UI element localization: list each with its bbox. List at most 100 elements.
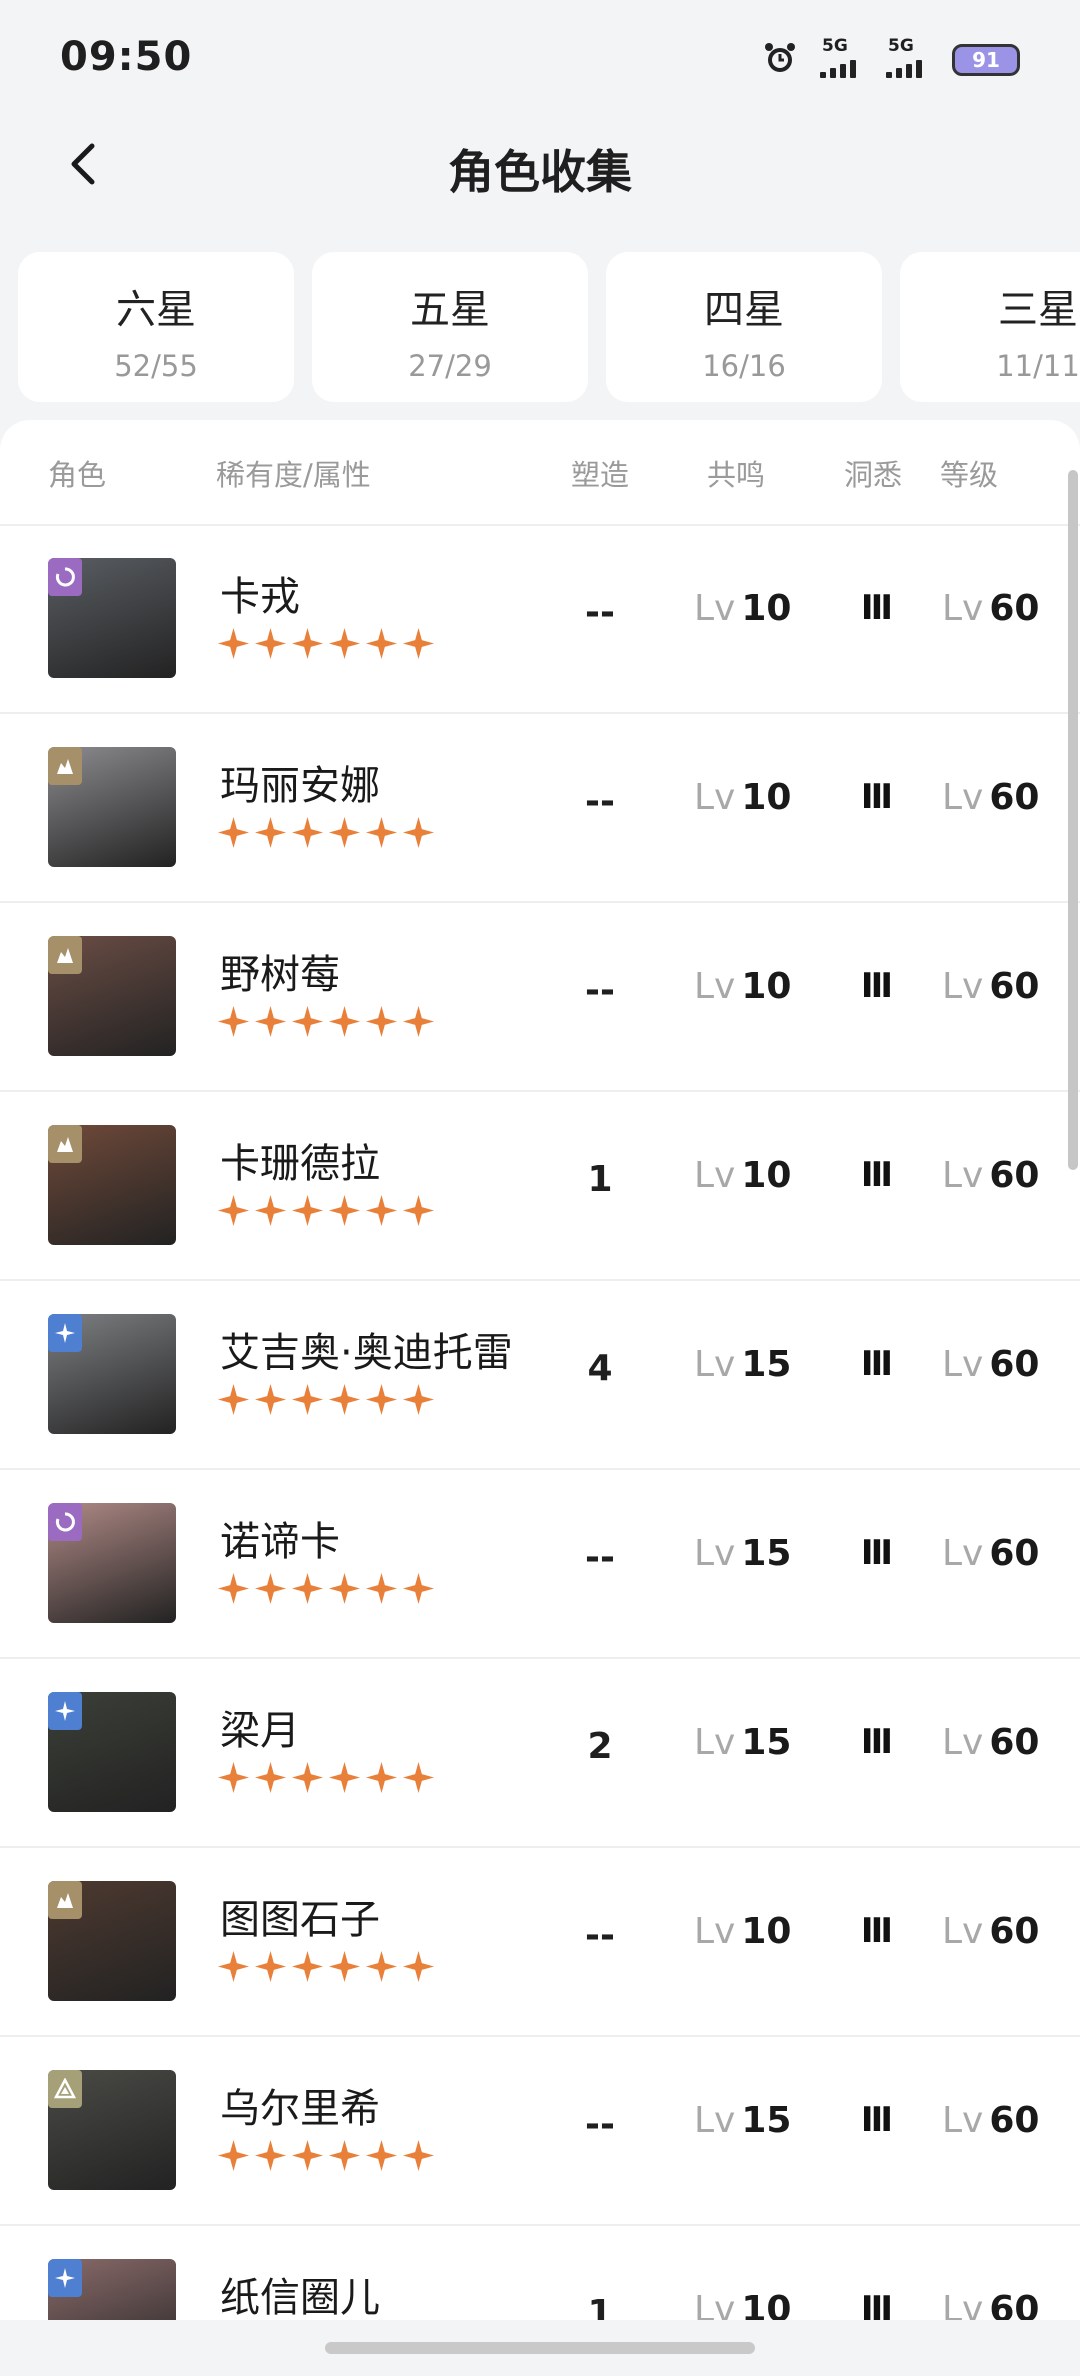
star-icon (218, 1951, 249, 1982)
sparkle-icon (48, 2259, 82, 2297)
lv-prefix: Lv (694, 777, 736, 818)
character-name: 卡珊德拉 (220, 1141, 380, 1187)
level-value: 60 (989, 777, 1040, 818)
table-row[interactable]: 诺谛卡 -- Lv 15 Ⅲ Lv 60 (0, 1469, 1080, 1659)
rarity-stars (218, 817, 434, 848)
character-portrait (48, 1125, 176, 1245)
resonance-level: Lv 10 (694, 1155, 791, 1196)
star-icon (292, 1573, 323, 1604)
craft-value: -- (585, 781, 615, 822)
character-portrait (48, 2259, 176, 2320)
star-icon (329, 1195, 360, 1226)
table-row[interactable]: 玛丽安娜 -- Lv 10 Ⅲ Lv 60 (0, 713, 1080, 903)
scrollbar[interactable] (1068, 470, 1078, 1170)
status-icons: 5G 5G 91 (762, 36, 1020, 84)
lv-prefix: Lv (942, 2289, 984, 2320)
table-row[interactable]: 图图石子 -- Lv 10 Ⅲ Lv 60 (0, 1847, 1080, 2037)
character-portrait (48, 1881, 176, 2001)
rarity-tabs: 六星 52/55 五星 27/29 四星 16/16 三星 11/11 (18, 252, 1080, 402)
star-icon (292, 2140, 323, 2171)
header-craft[interactable]: 塑造 (571, 452, 629, 494)
tab-six-star[interactable]: 六星 52/55 (18, 252, 294, 402)
character-level: Lv 60 (942, 2100, 1039, 2141)
level-value: 60 (989, 1344, 1040, 1385)
star-icon (329, 1384, 360, 1415)
resonance-level: Lv 10 (694, 777, 791, 818)
craft-value: -- (585, 970, 615, 1011)
spiral-icon (48, 558, 82, 596)
character-level: Lv 60 (942, 2289, 1039, 2320)
craft-value: -- (585, 592, 615, 633)
star-icon (403, 817, 434, 848)
star-icon (292, 1384, 323, 1415)
table-row[interactable]: 艾吉奥·奥迪托雷 4 Lv 15 Ⅲ Lv 60 (0, 1280, 1080, 1470)
insight-value: Ⅲ (860, 777, 893, 817)
star-icon (255, 1195, 286, 1226)
level-value: 60 (989, 2289, 1040, 2320)
rarity-stars (218, 1762, 434, 1793)
rarity-stars (218, 1573, 434, 1604)
tab-count: 16/16 (702, 349, 786, 383)
level-value: 60 (989, 588, 1040, 629)
character-portrait (48, 558, 176, 678)
star-icon (292, 1951, 323, 1982)
lv-prefix: Lv (694, 2289, 736, 2320)
header-resonance[interactable]: 共鸣 (707, 452, 765, 494)
tab-four-star[interactable]: 四星 16/16 (606, 252, 882, 402)
insight-value: Ⅲ (860, 966, 893, 1006)
tab-count: 11/11 (996, 349, 1080, 383)
header-level[interactable]: 等级 (940, 452, 998, 494)
character-portrait (48, 1692, 176, 1812)
table-row[interactable]: 梁月 2 Lv 15 Ⅲ Lv 60 (0, 1658, 1080, 1848)
insight-value: Ⅲ (860, 588, 893, 628)
star-icon (403, 2140, 434, 2171)
table-row[interactable]: 纸信圈儿 1 Lv 10 Ⅲ Lv 60 (0, 2225, 1080, 2320)
resonance-level: Lv 10 (694, 1911, 791, 1952)
character-portrait (48, 2070, 176, 2190)
character-name: 梁月 (220, 1708, 300, 1754)
star-icon (218, 2140, 249, 2171)
star-icon (366, 628, 397, 659)
star-icon (329, 2140, 360, 2171)
character-name: 纸信圈儿 (220, 2275, 380, 2320)
mineral-icon (48, 2070, 82, 2108)
star-icon (403, 1573, 434, 1604)
character-level: Lv 60 (942, 588, 1039, 629)
lv-prefix: Lv (694, 1155, 736, 1196)
level-value: 60 (989, 1722, 1040, 1763)
table-row[interactable]: 卡戎 -- Lv 10 Ⅲ Lv 60 (0, 524, 1080, 714)
star-icon (329, 817, 360, 848)
level-value: 60 (989, 1155, 1040, 1196)
table-row[interactable]: 野树莓 -- Lv 10 Ⅲ Lv 60 (0, 902, 1080, 1092)
lv-prefix: Lv (942, 966, 984, 1007)
lv-prefix: Lv (942, 2100, 984, 2141)
table-row[interactable]: 卡珊德拉 1 Lv 10 Ⅲ Lv 60 (0, 1091, 1080, 1281)
tab-count: 52/55 (114, 349, 198, 383)
resonance-value: 10 (741, 1155, 792, 1196)
resonance-level: Lv 15 (694, 1722, 791, 1763)
tab-five-star[interactable]: 五星 27/29 (312, 252, 588, 402)
character-portrait (48, 936, 176, 1056)
craft-value: 1 (587, 2293, 613, 2320)
level-value: 60 (989, 1533, 1040, 1574)
resonance-level: Lv 10 (694, 588, 791, 629)
star-icon (292, 817, 323, 848)
resonance-value: 10 (741, 588, 792, 629)
star-icon (218, 628, 249, 659)
header-rarity: 稀有度/属性 (216, 458, 371, 492)
header-insight[interactable]: 洞悉 (844, 452, 902, 494)
lv-prefix: Lv (694, 966, 736, 1007)
character-portrait (48, 747, 176, 867)
spiral-icon (48, 1503, 82, 1541)
tab-three-star[interactable]: 三星 11/11 (900, 252, 1080, 402)
star-icon (366, 1384, 397, 1415)
character-name: 乌尔里希 (220, 2086, 380, 2132)
character-level: Lv 60 (942, 1344, 1039, 1385)
home-indicator[interactable] (325, 2342, 755, 2354)
resonance-level: Lv 15 (694, 2100, 791, 2141)
insight-value: Ⅲ (860, 1911, 893, 1951)
table-row[interactable]: 乌尔里希 -- Lv 15 Ⅲ Lv 60 (0, 2036, 1080, 2226)
tab-label: 五星 (410, 287, 490, 333)
character-name: 卡戎 (220, 574, 300, 620)
level-value: 60 (989, 1911, 1040, 1952)
